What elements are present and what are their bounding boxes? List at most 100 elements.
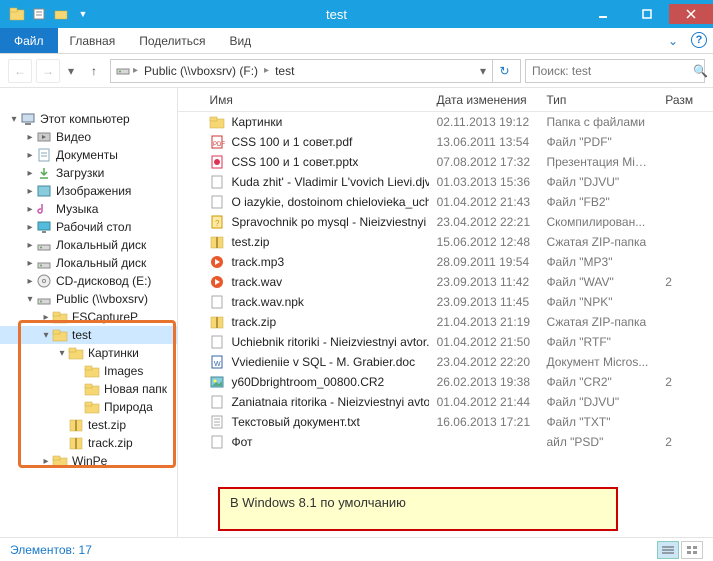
tree-node[interactable]: ▾Этот компьютер [0, 110, 177, 128]
tree-node[interactable]: Новая папк [0, 380, 177, 398]
doc-icon: W [209, 354, 225, 370]
file-date: 23.09.2013 11:45 [429, 295, 539, 309]
file-row[interactable]: track.wav.npk23.09.2013 11:45Файл "NPK" [178, 292, 713, 312]
tree-node[interactable]: Images [0, 362, 177, 380]
tree-node[interactable]: ▸Музыка [0, 200, 177, 218]
tree-node[interactable]: ▸Документы [0, 146, 177, 164]
expand-icon[interactable]: ▸ [40, 456, 52, 467]
tree-node[interactable]: ▾ Public (\\vboxsrv) [0, 290, 177, 308]
file-type: Сжатая ZIP-папка [538, 315, 657, 329]
file-row[interactable]: PDFCSS 100 и 1 совет.pdf13.06.2011 13:54… [178, 132, 713, 152]
ribbon-tab-share[interactable]: Поделиться [127, 28, 217, 53]
ribbon-tab-home[interactable]: Главная [58, 28, 128, 53]
tree-node[interactable]: track.zip [0, 434, 177, 452]
back-button[interactable]: ← [8, 59, 32, 83]
chevron-right-icon[interactable]: ▸ [133, 65, 138, 76]
file-row[interactable]: Картинки02.11.2013 19:12Папка с файлами [178, 112, 713, 132]
file-row[interactable]: track.mp328.09.2011 19:54Файл "MP3" [178, 252, 713, 272]
expand-icon[interactable]: ▸ [24, 132, 36, 143]
expand-icon[interactable]: ▾ [24, 294, 36, 305]
column-size[interactable]: Разм [657, 93, 713, 107]
column-date[interactable]: Дата изменения [429, 93, 539, 107]
title-bar: ▼ test [0, 0, 713, 28]
view-details-button[interactable] [657, 541, 679, 559]
tree-node[interactable]: ▸Видео [0, 128, 177, 146]
close-button[interactable] [669, 4, 713, 24]
breadcrumb-segment[interactable]: Public (\\vboxsrv) (F:) [140, 64, 262, 78]
tree-node[interactable]: ▸CD-дисковод (E:) [0, 272, 177, 290]
ribbon-tab-view[interactable]: Вид [217, 28, 263, 53]
column-type[interactable]: Тип [538, 93, 657, 107]
file-row[interactable]: track.zip21.04.2013 21:19Сжатая ZIP-папк… [178, 312, 713, 332]
tree-node[interactable]: ▸Локальный диск [0, 254, 177, 272]
folder-open-icon [52, 327, 68, 343]
file-type: Папка с файлами [538, 115, 657, 129]
file-row[interactable]: y60Dbrightroom_00800.CR226.02.2013 19:38… [178, 372, 713, 392]
file-row[interactable]: Zaniatnaia ritorika - Nieizviestnyi avto… [178, 392, 713, 412]
forward-button[interactable]: → [36, 59, 60, 83]
zip-icon [68, 435, 84, 451]
qat-properties-icon[interactable] [30, 5, 48, 23]
expand-icon[interactable]: ▸ [24, 186, 36, 197]
expand-icon[interactable]: ▾ [8, 114, 20, 125]
view-icons-button[interactable] [681, 541, 703, 559]
maximize-button[interactable] [625, 4, 669, 24]
file-row[interactable]: Фотайл "PSD"2 [178, 432, 713, 452]
help-icon[interactable]: ? [691, 32, 707, 48]
explorer-icon [8, 5, 26, 23]
expand-icon[interactable]: ▸ [24, 204, 36, 215]
navigation-tree[interactable]: ▾Этот компьютер▸Видео▸Документы▸Загрузки… [0, 88, 178, 537]
file-row[interactable]: ?Spravochnik po mysql - Nieizviestnyi av… [178, 212, 713, 232]
tree-node[interactable]: ▸WinPe [0, 452, 177, 470]
ribbon-file-tab[interactable]: Файл [0, 28, 58, 53]
file-name: Uchiebnik ritoriki - Nieizviestnyi avtor… [231, 335, 428, 349]
file-row[interactable]: O iazykie, dostoinom chielovieka_uchieb.… [178, 192, 713, 212]
history-dropdown-icon[interactable]: ▾ [64, 59, 78, 83]
qat-newfolder-icon[interactable] [52, 5, 70, 23]
tree-label: Public (\\vboxsrv) [56, 292, 148, 306]
tree-node[interactable]: ▾Картинки [0, 344, 177, 362]
file-row[interactable]: track.wav23.09.2013 11:42Файл "WAV"2 [178, 272, 713, 292]
tree-node[interactable]: ▸FSCaptureP [0, 308, 177, 326]
search-input[interactable] [532, 64, 687, 78]
up-button[interactable]: ↑ [82, 59, 106, 83]
tree-node[interactable]: ▾ test [0, 326, 177, 344]
breadcrumb-segment[interactable]: test [271, 64, 298, 78]
column-headers[interactable]: Имя Дата изменения Тип Разм [178, 88, 713, 112]
file-row[interactable]: Uchiebnik ritoriki - Nieizviestnyi avtor… [178, 332, 713, 352]
tree-node[interactable]: ▸Изображения [0, 182, 177, 200]
tree-label: test [72, 328, 91, 342]
breadcrumb[interactable]: ▸ Public (\\vboxsrv) (F:) ▸ test ▾ ↻ [110, 59, 521, 83]
ribbon-expand-icon[interactable]: ⌄ [661, 28, 685, 53]
expand-icon[interactable]: ▸ [24, 276, 36, 287]
refresh-button[interactable]: ↻ [492, 60, 516, 82]
search-box[interactable]: 🔍 [525, 59, 705, 83]
file-row[interactable]: CSS 100 и 1 совет.pptx07.08.2012 17:32Пр… [178, 152, 713, 172]
expand-icon[interactable]: ▸ [24, 222, 36, 233]
file-row[interactable]: WVviedieniie v SQL - M. Grabier.doc23.04… [178, 352, 713, 372]
file-date: 16.06.2013 17:21 [429, 415, 539, 429]
file-row[interactable]: Kuda zhit' - Vladimir L'vovich Lievi.djv… [178, 172, 713, 192]
expand-icon[interactable]: ▸ [24, 168, 36, 179]
tree-node[interactable]: test.zip [0, 416, 177, 434]
expand-icon[interactable]: ▾ [56, 348, 68, 359]
expand-icon[interactable]: ▸ [40, 312, 52, 323]
file-row[interactable]: Текстовый документ.txt16.06.2013 17:21Фа… [178, 412, 713, 432]
expand-icon[interactable]: ▸ [24, 258, 36, 269]
address-dropdown-icon[interactable]: ▾ [476, 64, 490, 78]
computer-icon [20, 111, 36, 127]
tree-node[interactable]: Природа [0, 398, 177, 416]
netdrive-icon [115, 61, 131, 80]
chevron-right-icon[interactable]: ▸ [264, 65, 269, 76]
qat-dropdown-icon[interactable]: ▼ [74, 5, 92, 23]
tree-node[interactable]: ▸Рабочий стол [0, 218, 177, 236]
expand-icon[interactable]: ▸ [24, 240, 36, 251]
minimize-button[interactable] [581, 4, 625, 24]
tree-node[interactable]: ▸Загрузки [0, 164, 177, 182]
expand-icon[interactable]: ▾ [40, 330, 52, 341]
file-name: track.mp3 [231, 255, 284, 269]
tree-node[interactable]: ▸Локальный диск [0, 236, 177, 254]
expand-icon[interactable]: ▸ [24, 150, 36, 161]
column-name[interactable]: Имя [201, 93, 428, 107]
file-row[interactable]: test.zip15.06.2012 12:48Сжатая ZIP-папка [178, 232, 713, 252]
